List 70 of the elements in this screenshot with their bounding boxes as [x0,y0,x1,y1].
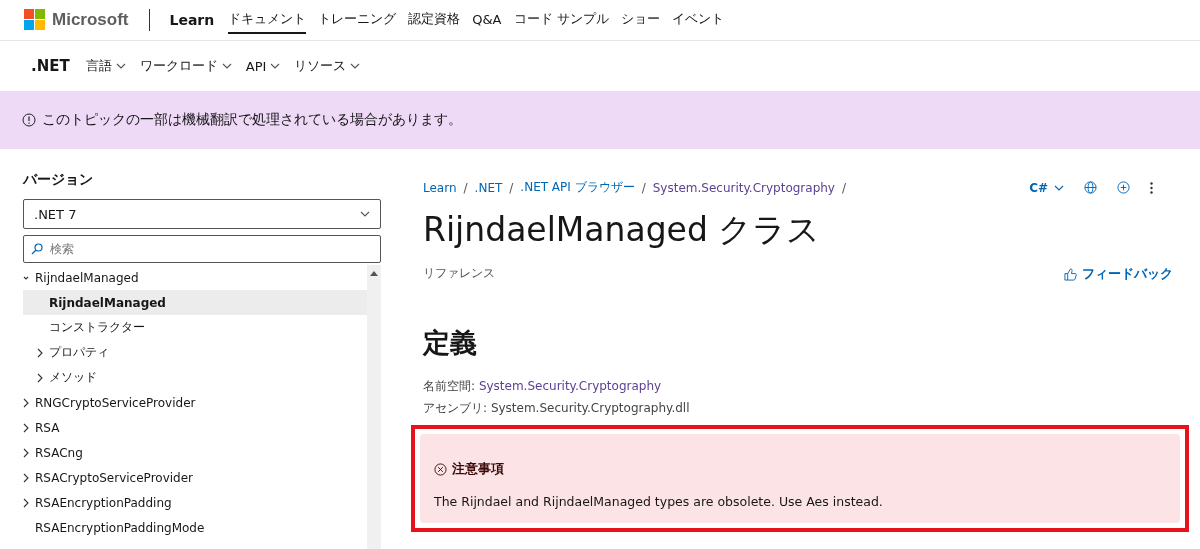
nav-link[interactable]: Q&A [472,7,502,33]
namespace-label: 名前空間: [423,379,476,393]
breadcrumb-link[interactable]: .NET [474,180,503,195]
nav-link[interactable]: ショー [620,6,660,34]
search-field[interactable]: 検索 [23,235,381,263]
page-title: RijndaelManaged クラス [423,209,822,251]
tree-item[interactable]: プロパティ [23,340,367,365]
plus-circle-icon[interactable] [1117,181,1130,194]
section-heading: 定義 [423,326,478,360]
tree-item[interactable]: RSAEncryptionPaddingMode [23,515,367,540]
assembly-name: System.Security.Cryptography.dll [490,401,690,415]
chevron-down-icon [1054,184,1064,191]
tree-item[interactable]: メソッド [23,365,367,390]
breadcrumb-link[interactable]: .NET API ブラウザー [520,179,635,196]
tree-item[interactable]: RNGCryptoServiceProvider [23,390,367,415]
chevron-down-icon [115,63,126,69]
chevron-right-icon[interactable] [23,397,29,408]
page-subtitle: リファレンス [423,265,495,282]
breadcrumb-separator: / [509,180,514,195]
chevron-right-icon[interactable] [23,447,29,458]
chevron-down-icon [221,63,232,69]
alert-title: 注意事項 [452,460,504,478]
chevron-down-icon [350,63,361,69]
nav-link[interactable]: コード サンプル [513,6,609,34]
breadcrumb-separator: / [841,180,846,195]
chevron-right-icon[interactable] [23,422,29,433]
tree-item[interactable]: RSACryptoServiceProvider [23,465,367,490]
scroll-up-icon[interactable] [370,271,378,276]
version-heading: バージョン [23,171,94,189]
thumbs-up-icon [1064,267,1077,281]
product-title[interactable]: .NET [31,57,70,75]
alert-text: The Rijndael and RijndaelManaged types are obsolete. Use Aes instead. [434,494,884,509]
globe-icon[interactable] [1084,181,1097,194]
tree-item[interactable]: コンストラクター [23,315,367,340]
breadcrumb-separator: / [463,180,468,195]
breadcrumb-link[interactable]: Learn [423,180,457,195]
chevron-right-icon[interactable] [37,347,43,358]
breadcrumb-link[interactable]: System.Security.Cryptography [652,180,835,195]
language-selector[interactable]: C# [1029,180,1064,195]
chevron-down-icon[interactable] [23,274,29,281]
banner-text: このトピックの一部は機械翻訳で処理されている場合があります。 [42,111,462,129]
chevron-down-icon [270,63,281,69]
scrollbar[interactable] [367,265,381,549]
tree-item[interactable]: RSAEncryptionPadding [23,490,367,515]
chevron-down-icon [360,211,370,217]
tree-item[interactable]: RijndaelManaged [23,290,367,315]
nav-link[interactable]: イベント [671,6,724,34]
chevron-right-icon[interactable] [23,497,29,508]
tree-item[interactable]: RSACng [23,440,367,465]
nav-dropdown[interactable]: API [245,58,281,74]
microsoft-logo[interactable]: Microsoft [24,9,129,31]
tree-item[interactable]: RSA [23,415,367,440]
nav-link[interactable]: トレーニング [318,6,397,34]
learn-link[interactable]: Learn [169,12,215,28]
feedback-link[interactable]: フィードバック [1064,265,1173,283]
chevron-right-icon[interactable] [37,372,43,383]
nav-dropdown[interactable]: ワークロード [139,57,232,75]
more-icon[interactable] [1150,181,1153,194]
assembly-label: アセンブリ: [423,401,488,415]
nav-link[interactable]: 認定資格 [408,6,461,34]
chevron-right-icon[interactable] [23,472,29,483]
nav-dropdown[interactable]: 言語 [85,57,126,75]
nav-link[interactable]: ドキュメント [228,6,307,34]
nav-dropdown[interactable]: リソース [294,57,361,75]
tree-item[interactable]: RijndaelManaged [23,265,367,290]
namespace-link[interactable]: System.Security.Cryptography [478,379,662,393]
info-icon [22,113,36,127]
close-circle-icon [434,462,447,476]
version-select[interactable]: .NET 7 [23,199,381,229]
breadcrumb-separator: / [641,180,646,195]
